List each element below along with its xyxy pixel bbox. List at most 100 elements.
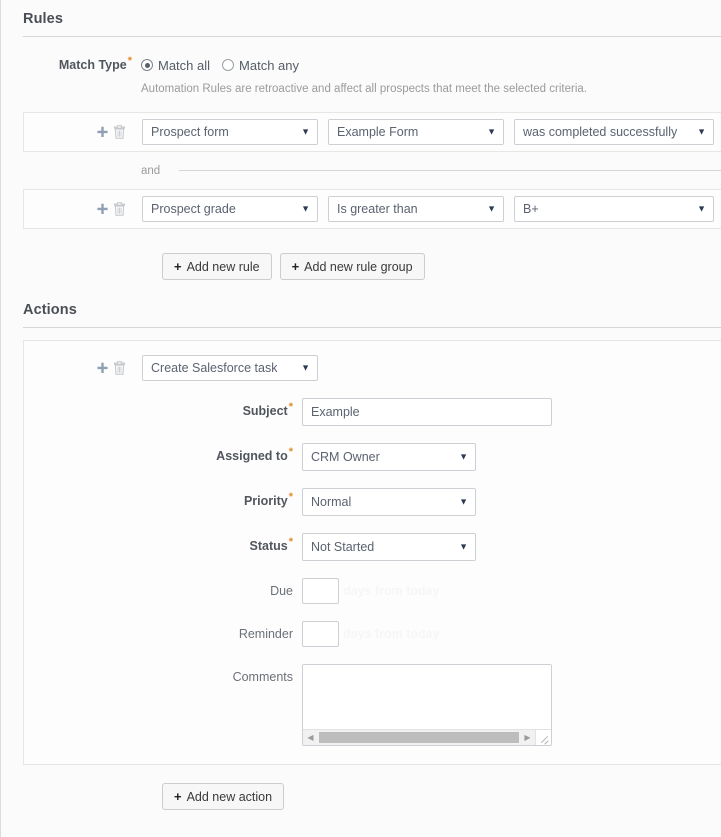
- rule-1-operator-select[interactable]: was completed successfully ▼: [514, 119, 714, 145]
- rule-2-field-select[interactable]: Prospect grade ▼: [142, 196, 318, 222]
- assigned-to-select[interactable]: CRM Owner ▼: [302, 443, 476, 471]
- plus-icon[interactable]: [96, 126, 109, 139]
- due-row: Due days from today: [24, 578, 721, 604]
- chevron-down-icon: ▼: [459, 451, 468, 462]
- add-new-rule-group-button[interactable]: + Add new rule group: [279, 253, 425, 280]
- comments-label: Comments: [232, 670, 293, 684]
- plus-glyph-icon: +: [174, 789, 182, 804]
- match-type-label-text: Match Type: [58, 58, 127, 72]
- add-new-action-button[interactable]: + Add new action: [162, 783, 285, 810]
- required-asterisk: *: [288, 535, 293, 548]
- trash-icon[interactable]: [113, 125, 126, 139]
- status-label-text: Status: [249, 539, 288, 553]
- action-type-value: Create Salesforce task: [151, 361, 278, 375]
- rule-2-operator-text: Is greater than: [337, 202, 418, 216]
- rule-action-buttons: + Add new rule + Add new rule group: [1, 253, 721, 280]
- radio-match-any[interactable]: Match any: [222, 58, 299, 73]
- assigned-to-label: Assigned to*: [24, 443, 302, 469]
- add-new-rule-button[interactable]: + Add new rule: [162, 253, 272, 280]
- rule-conjunction-divider: [179, 170, 721, 171]
- resize-grip-icon[interactable]: [535, 730, 551, 745]
- add-new-rule-label: Add new rule: [186, 259, 260, 274]
- chevron-down-icon: ▼: [697, 126, 706, 137]
- radio-match-any-indicator[interactable]: [222, 59, 235, 71]
- rule-2-operator-select[interactable]: Is greater than ▼: [328, 196, 504, 222]
- comments-horizontal-scrollbar[interactable]: ◀ ▶: [303, 729, 551, 745]
- rule-1-field-value: Prospect form: [151, 125, 229, 139]
- rule-2-field-value: Prospect grade: [151, 202, 236, 216]
- comments-textarea[interactable]: [303, 665, 551, 729]
- rule-2-value-text: B+: [523, 202, 539, 216]
- rule-1-value-select[interactable]: Example Form ▼: [328, 119, 504, 145]
- action-row-icons: [24, 361, 142, 375]
- automation-rule-editor: Rules Match Type* Match all Match any Au…: [0, 0, 721, 837]
- assigned-to-label-text: Assigned to: [216, 449, 288, 463]
- actions-section-title: Actions: [23, 302, 77, 318]
- match-type-row: Match Type* Match all Match any Automati…: [1, 37, 721, 96]
- trash-icon[interactable]: [113, 361, 126, 375]
- scrollbar-thumb[interactable]: [319, 732, 519, 743]
- radio-match-all-label: Match all: [158, 57, 211, 73]
- add-new-rule-group-label: Add new rule group: [304, 259, 413, 274]
- chevron-down-icon: ▼: [459, 541, 468, 552]
- priority-label-text: Priority: [243, 494, 288, 508]
- required-asterisk: *: [288, 445, 293, 458]
- status-label: Status*: [24, 533, 302, 559]
- reminder-label: Reminder: [238, 627, 293, 641]
- required-asterisk: *: [127, 54, 132, 67]
- subject-label: Subject*: [24, 398, 302, 424]
- action-type-select[interactable]: Create Salesforce task ▼: [142, 355, 318, 381]
- priority-row: Priority* Normal ▼: [24, 488, 721, 516]
- match-type-radio-group: Match all Match any: [141, 55, 587, 75]
- actions-section-header: Actions: [23, 280, 721, 328]
- rule-1-operator-text: was completed successfully: [523, 125, 678, 139]
- due-label: Due: [270, 584, 293, 598]
- comments-row: Comments ◀ ▶: [24, 664, 721, 746]
- plus-glyph-icon: +: [174, 259, 182, 274]
- status-select[interactable]: Not Started ▼: [302, 533, 476, 561]
- match-type-help-text: Automation Rules are retroactive and aff…: [141, 83, 587, 95]
- rule-conjunction-label: and: [141, 164, 161, 177]
- rule-conjunction-row: and: [23, 152, 721, 189]
- assigned-to-row: Assigned to* CRM Owner ▼: [24, 443, 721, 471]
- chevron-down-icon: ▼: [487, 203, 496, 214]
- chevron-down-icon: ▼: [301, 126, 310, 137]
- trash-icon[interactable]: [113, 202, 126, 216]
- rule-1-field-select[interactable]: Prospect form ▼: [142, 119, 318, 145]
- reminder-hint: days from today: [343, 627, 440, 641]
- status-row: Status* Not Started ▼: [24, 533, 721, 561]
- action-buttons-row: + Add new action: [1, 783, 721, 810]
- rules-section-header: Rules: [23, 0, 721, 37]
- subject-label-text: Subject: [242, 404, 288, 418]
- subject-row: Subject*: [24, 398, 721, 426]
- action-panel: Create Salesforce task ▼ Subject* Assign…: [23, 340, 721, 765]
- status-value: Not Started: [311, 540, 375, 554]
- chevron-down-icon: ▼: [301, 203, 310, 214]
- rules-section-title: Rules: [23, 11, 63, 27]
- chevron-down-icon: ▼: [697, 203, 706, 214]
- rule-2-value-select[interactable]: B+ ▼: [514, 196, 714, 222]
- priority-label: Priority*: [24, 488, 302, 514]
- plus-icon[interactable]: [96, 203, 109, 216]
- action-type-row: Create Salesforce task ▼: [24, 355, 721, 381]
- chevron-down-icon: ▼: [459, 496, 468, 507]
- due-input[interactable]: [302, 578, 339, 604]
- required-asterisk: *: [288, 490, 293, 503]
- add-new-action-label: Add new action: [186, 789, 273, 804]
- scroll-left-arrow-icon[interactable]: ◀: [303, 733, 318, 742]
- rule-1-value-text: Example Form: [337, 125, 419, 139]
- chevron-down-icon: ▼: [301, 362, 310, 373]
- rule-row-icons: [24, 125, 142, 139]
- match-type-label: Match Type*: [1, 55, 141, 75]
- rule-row: Prospect grade ▼ Is greater than ▼ B+ ▼: [23, 189, 721, 229]
- priority-select[interactable]: Normal ▼: [302, 488, 476, 516]
- subject-input[interactable]: [302, 398, 552, 426]
- radio-match-all[interactable]: Match all: [141, 58, 210, 73]
- radio-match-all-indicator[interactable]: [141, 59, 153, 71]
- reminder-input[interactable]: [302, 621, 339, 647]
- plus-icon[interactable]: [96, 362, 109, 375]
- scroll-right-arrow-icon[interactable]: ▶: [520, 733, 535, 742]
- reminder-row: Reminder days from today: [24, 621, 721, 647]
- radio-match-any-label: Match any: [239, 57, 300, 73]
- priority-value: Normal: [311, 495, 352, 509]
